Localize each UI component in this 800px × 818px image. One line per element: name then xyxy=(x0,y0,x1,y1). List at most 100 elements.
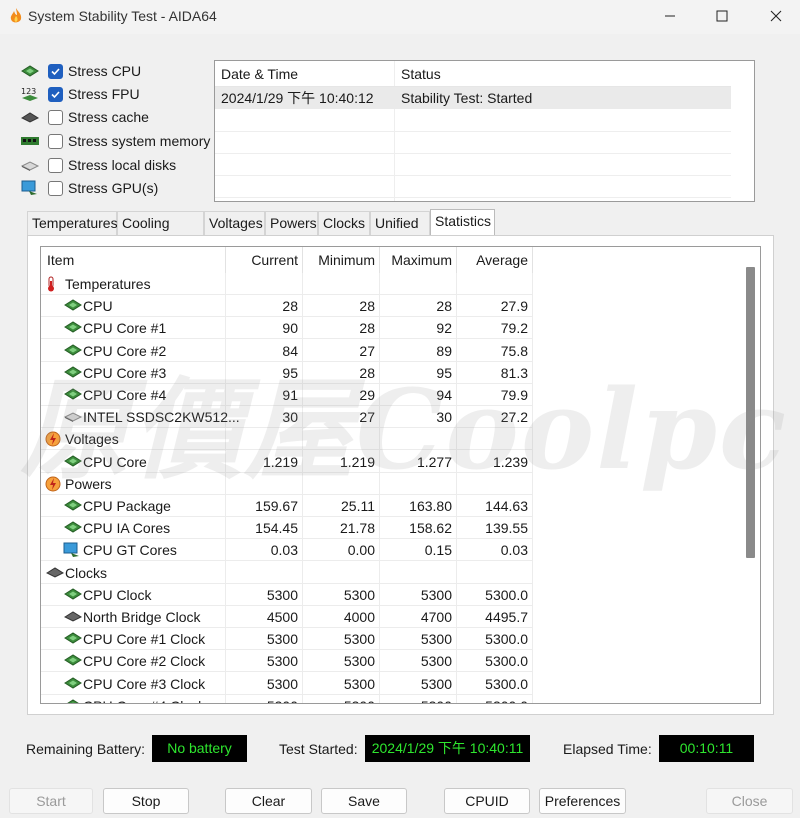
minimize-button[interactable] xyxy=(655,4,685,28)
stress-option-label[interactable]: Stress local disks xyxy=(68,157,176,173)
table-row[interactable]: CPU Core #1 Clock 5300 5300 5300 5300.0 xyxy=(41,628,532,651)
table-row[interactable]: INTEL SSDSC2KW512... 30 27 30 27.2 xyxy=(41,406,532,429)
stress-option-label[interactable]: Stress cache xyxy=(68,109,149,125)
item-name: CPU Clock xyxy=(83,586,152,603)
group-row[interactable]: Temperatures xyxy=(41,273,532,295)
item-name: CPU Package xyxy=(83,498,171,514)
maximize-button[interactable] xyxy=(707,4,737,28)
group-row[interactable]: Powers xyxy=(41,473,532,495)
stress-option[interactable]: Stress system memory xyxy=(20,130,210,152)
maximum-value: 1.277 xyxy=(416,453,452,470)
cpu-chip-icon xyxy=(63,631,83,647)
cpu-chip-icon xyxy=(63,298,83,314)
tab-cooling-fans[interactable]: Cooling Fans xyxy=(117,211,204,254)
tab-temperatures[interactable]: Temperatures xyxy=(27,211,118,235)
table-row[interactable]: CPU 28 28 28 27.9 xyxy=(41,295,532,318)
chipset-icon xyxy=(63,609,83,625)
table-row[interactable]: CPU Package 159.67 25.11 163.80 144.63 xyxy=(41,495,532,517)
table-row[interactable]: CPU Clock 5300 5300 5300 5300.0 xyxy=(41,584,532,606)
cpu-chip-icon xyxy=(63,587,83,603)
preferences-button[interactable]: Preferences xyxy=(539,788,626,814)
maximum-value: 5300 xyxy=(380,695,452,703)
scrollbar-thumb[interactable] xyxy=(746,267,755,558)
cpuid-button[interactable]: CPUID xyxy=(444,788,530,814)
current-value: 28 xyxy=(282,298,298,315)
elapsed-time-label: Elapsed Time: xyxy=(563,741,652,757)
log-header: Date & Time Status xyxy=(215,61,731,87)
minimum-value: 5300 xyxy=(303,695,375,703)
header-item[interactable]: Item xyxy=(47,247,227,273)
maximum-value: 0.15 xyxy=(424,542,452,559)
header-current[interactable]: Current xyxy=(226,247,298,273)
minimum-value: 5300 xyxy=(343,586,375,603)
table-row[interactable]: CPU Core #4 91 29 94 79.9 xyxy=(41,384,532,406)
lightning-icon xyxy=(45,431,61,450)
vertical-scrollbar[interactable] xyxy=(746,267,755,703)
stress-option[interactable]: 123 Stress FPU xyxy=(20,83,140,105)
elapsed-time-value: 00:10:11 xyxy=(659,735,754,762)
minimum-value: 28 xyxy=(359,298,375,315)
log-header-datetime[interactable]: Date & Time xyxy=(215,61,394,86)
table-row[interactable]: CPU Core #1 90 28 92 79.2 xyxy=(41,317,532,340)
average-value: 81.3 xyxy=(500,364,528,381)
table-row[interactable]: CPU Core #2 84 27 89 75.8 xyxy=(41,340,532,362)
header-average[interactable]: Average xyxy=(457,247,528,273)
stress-checkbox[interactable] xyxy=(48,180,63,196)
stress-checkbox[interactable] xyxy=(48,109,63,125)
header-maximum[interactable]: Maximum xyxy=(380,247,452,273)
table-row[interactable]: CPU Core #3 95 28 95 81.3 xyxy=(41,362,532,384)
tab-unified[interactable]: Unified xyxy=(370,211,430,235)
stress-option-label[interactable]: Stress system memory xyxy=(68,133,210,149)
log-gridline xyxy=(215,153,731,154)
close-window-button[interactable] xyxy=(761,4,791,28)
save-button[interactable]: Save xyxy=(321,788,407,814)
stress-checkbox[interactable] xyxy=(48,63,63,79)
event-log-list[interactable]: Date & Time Status 2024/1/29 下午 10:40:12… xyxy=(214,60,755,202)
statistics-table[interactable]: Item Current Minimum Maximum Average Tem… xyxy=(40,246,761,704)
stress-option[interactable]: Stress cache xyxy=(20,106,149,128)
stress-option-label[interactable]: Stress FPU xyxy=(68,86,140,102)
start-button[interactable]: Start xyxy=(9,788,93,814)
stress-option-label[interactable]: Stress CPU xyxy=(68,63,141,79)
stress-option[interactable]: Stress GPU(s) xyxy=(20,177,158,199)
table-row[interactable]: CPU Core #3 Clock 5300 5300 5300 5300.0 xyxy=(41,673,532,695)
table-row[interactable]: CPU GT Cores 0.03 0.00 0.15 0.03 xyxy=(41,539,532,562)
group-row[interactable]: Voltages xyxy=(41,428,532,451)
stop-button[interactable]: Stop xyxy=(103,788,189,814)
table-row[interactable]: CPU IA Cores 154.45 21.78 158.62 139.55 xyxy=(41,517,532,540)
table-row[interactable]: CPU Core 1.219 1.219 1.277 1.239 xyxy=(41,451,532,473)
minimum-value: 5300 xyxy=(343,631,375,648)
group-row[interactable]: Clocks xyxy=(41,562,532,584)
stress-checkbox[interactable] xyxy=(48,86,63,102)
tab-clocks[interactable]: Clocks xyxy=(318,211,370,235)
window-title: System Stability Test - AIDA64 xyxy=(28,8,217,24)
statistics-header: Item Current Minimum Maximum Average xyxy=(41,247,760,273)
average-value: 27.2 xyxy=(500,409,528,426)
header-minimum[interactable]: Minimum xyxy=(303,247,375,273)
current-value: 95 xyxy=(282,364,298,381)
stress-option[interactable]: Stress CPU xyxy=(20,60,141,82)
aida64-flame-icon xyxy=(8,7,24,25)
average-value: 0.03 xyxy=(500,542,528,559)
tab-voltages[interactable]: Voltages xyxy=(204,211,265,235)
table-row[interactable]: CPU Core #2 Clock 5300 5300 5300 5300.0 xyxy=(41,650,532,673)
tab-powers[interactable]: Powers xyxy=(265,211,318,235)
test-started-label: Test Started: xyxy=(279,741,358,757)
clear-button[interactable]: Clear xyxy=(225,788,312,814)
stress-option[interactable]: Stress local disks xyxy=(20,154,176,176)
stress-checkbox[interactable] xyxy=(48,157,63,173)
stress-option-label[interactable]: Stress GPU(s) xyxy=(68,180,158,196)
log-gridline xyxy=(215,131,731,132)
close-button[interactable]: Close xyxy=(706,788,793,814)
stress-checkbox[interactable] xyxy=(48,133,63,149)
table-row[interactable]: North Bridge Clock 4500 4000 4700 4495.7 xyxy=(41,606,532,628)
average-value: 4495.7 xyxy=(485,609,528,625)
log-header-status[interactable]: Status xyxy=(395,61,731,86)
log-row[interactable]: 2024/1/29 下午 10:40:12 Stability Test: St… xyxy=(215,87,731,109)
cpu-chip-icon xyxy=(63,520,83,536)
average-value: 5300.0 xyxy=(485,675,528,692)
minimum-value: 28 xyxy=(359,364,375,381)
gpu-monitor-icon xyxy=(63,542,81,561)
table-row[interactable]: CPU Core #4 Clock 5300 5300 5300 5300.0 xyxy=(41,695,532,703)
tab-statistics[interactable]: Statistics xyxy=(430,209,495,235)
